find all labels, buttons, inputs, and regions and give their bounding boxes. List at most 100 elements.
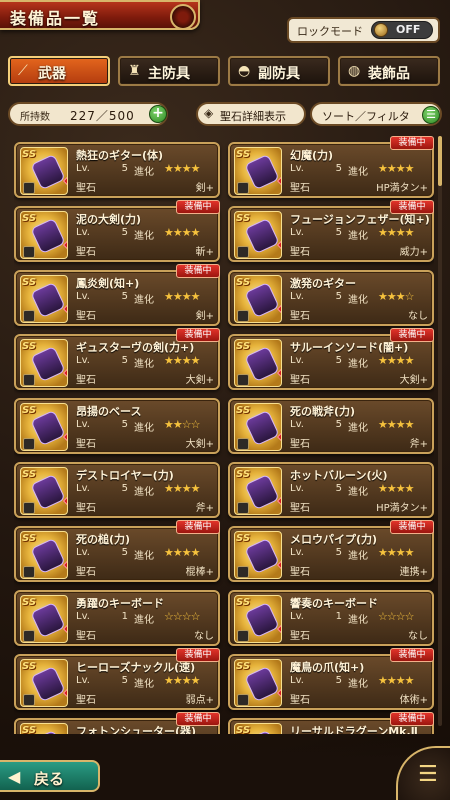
equipment-card[interactable]: SS デストロイヤー(力) Lv. 5 進化 ★★★★ 聖石 斧+ <box>14 462 220 518</box>
rank-badge-icon: SS <box>236 213 251 224</box>
stone-row: 聖石 HP満タン+ <box>290 179 432 194</box>
level-row: Lv. 5 進化 ★★★★ <box>290 418 432 434</box>
equipment-card[interactable]: SS 勇躍のキーボード Lv. 1 進化 ☆☆☆☆ 聖石 なし <box>14 590 220 646</box>
rank-badge-icon: SS <box>22 469 37 480</box>
evolution-label: 進化 <box>134 551 154 562</box>
level-label: Lv. <box>290 227 304 238</box>
stone-row: 聖石 剣+ <box>76 307 218 322</box>
evolution-label: 進化 <box>134 423 154 434</box>
scroll-thumb[interactable] <box>438 136 442 186</box>
rank-badge-icon: SS <box>22 213 37 224</box>
equipment-card[interactable]: SS 死の戦斧(力) Lv. 5 進化 ★★★★ 聖石 斧+ <box>228 398 434 454</box>
evolution-stars: ★★★★ <box>164 354 200 367</box>
lock-mode-toggle[interactable]: OFF <box>371 21 433 39</box>
stone-label: 聖石 <box>290 439 310 450</box>
equipment-card[interactable]: SS 鳳炎剣(知+) Lv. 5 進化 ★★★★ 聖石 剣+ 装備中 <box>14 264 220 326</box>
equipment-card[interactable]: SS 死の槌(力) Lv. 5 進化 ★★★★ 聖石 棍棒+ 装備中 <box>14 520 220 582</box>
equipment-card[interactable]: SS メロウパイプ(力) Lv. 5 進化 ★★★★ 聖石 連携+ 装備中 <box>228 520 434 582</box>
tab-accessory-label: 装飾品 <box>368 66 410 82</box>
stone-label: 聖石 <box>76 567 96 578</box>
level-value: 5 <box>335 227 342 238</box>
evolution-stars: ★★★★ <box>164 290 200 303</box>
sort-filter-label: ソート／フィルタ <box>322 110 410 123</box>
equipment-name: デストロイヤー(力) <box>76 469 174 482</box>
evolution-label: 進化 <box>134 615 154 626</box>
rank-badge-icon: SS <box>22 405 37 416</box>
evolution-stars: ★★★☆ <box>378 290 414 303</box>
lock-icon <box>23 310 35 322</box>
evolution-label: 進化 <box>348 423 368 434</box>
level-row: Lv. 5 進化 ★★★★ <box>76 546 218 562</box>
level-label: Lv. <box>76 227 90 238</box>
stone-row: 聖石 弱点+ <box>76 691 218 706</box>
level-row: Lv. 5 進化 ★★★★ <box>76 290 218 306</box>
stone-label: 聖石 <box>76 631 96 642</box>
clock-ornament-icon <box>170 4 196 30</box>
rank-badge-icon: SS <box>236 341 251 352</box>
equipment-card[interactable]: SS 幻魔(力) Lv. 5 進化 ★★★★ 聖石 HP満タン+ 装備中 <box>228 136 434 198</box>
equipped-badge: 装備中 <box>390 136 434 150</box>
equipment-card[interactable]: SS サルーインソード(闇+) Lv. 5 進化 ★★★★ 聖石 大剣+ 装備中 <box>228 328 434 390</box>
weapon-thumbnail: SS <box>234 339 282 387</box>
equipped-badge: 装備中 <box>390 328 434 342</box>
weapon-thumbnail: SS <box>20 403 68 451</box>
weapon-thumbnail: SS <box>234 275 282 323</box>
level-label: Lv. <box>76 419 90 430</box>
tab-sub-armor[interactable]: ◓ 副防具 <box>228 56 330 86</box>
equipment-name: 激発のギター <box>290 277 356 290</box>
equipment-card[interactable]: SS 熱狂のギター(体) Lv. 5 進化 ★★★★ 聖石 剣+ <box>14 142 220 198</box>
scrollbar[interactable] <box>438 136 442 726</box>
evolution-stars: ★★★★ <box>164 674 200 687</box>
stone-row: 聖石 斧+ <box>290 435 432 450</box>
level-row: Lv. 5 進化 ★★★★ <box>76 162 218 178</box>
stone-label: 聖石 <box>290 311 310 322</box>
equipped-badge: 装備中 <box>176 712 220 726</box>
equipment-card[interactable]: SS フュージョンフェザー(知+) Lv. 5 進化 ★★★★ 聖石 威力+ 装… <box>228 200 434 262</box>
stone-value: 大剣+ <box>185 439 214 450</box>
rank-badge-icon: SS <box>236 405 251 416</box>
tab-main-armor-label: 主防具 <box>148 66 190 82</box>
stone-value: 大剣+ <box>399 375 428 386</box>
expand-inventory-button[interactable]: + <box>149 105 167 123</box>
lock-icon <box>237 246 249 258</box>
back-button[interactable]: ◀ 戻る <box>0 760 100 792</box>
header: 装備品一覧 ロックモード OFF <box>0 0 450 48</box>
equipment-card[interactable]: SS 激発のギター Lv. 5 進化 ★★★☆ 聖石 なし <box>228 270 434 326</box>
tab-weapon[interactable]: ⟋ 武器 <box>8 56 110 86</box>
level-row: Lv. 5 進化 ★★★☆ <box>290 290 432 306</box>
equipment-name: メロウパイプ(力) <box>290 533 378 546</box>
menu-button[interactable]: ☰ <box>396 746 450 800</box>
equipment-card[interactable]: SS リーサルドラグーンMk.Ⅱ Lv. 進化 聖石 装備中 <box>228 712 434 734</box>
title-plate: 装備品一覧 <box>0 0 200 30</box>
stone-row: 聖石 連携+ <box>290 563 432 578</box>
stone-detail-button[interactable]: ◈ 聖石詳細表示 <box>196 102 306 126</box>
tab-main-armor[interactable]: ♜ 主防具 <box>118 56 220 86</box>
equipment-card[interactable]: SS フォトンシューター(器) Lv. 進化 聖石 装備中 <box>14 712 220 734</box>
equipped-badge: 装備中 <box>176 264 220 278</box>
equipment-card[interactable]: SS ギュスターヴの剣(力+) Lv. 5 進化 ★★★★ 聖石 大剣+ 装備中 <box>14 328 220 390</box>
equipment-card[interactable]: SS 響奏のキーボード Lv. 1 進化 ☆☆☆☆ 聖石 なし <box>228 590 434 646</box>
equipment-card[interactable]: SS 昂揚のベース Lv. 5 進化 ★★☆☆ 聖石 大剣+ <box>14 398 220 454</box>
lock-mode-label: ロックモード <box>297 25 363 38</box>
back-label: 戻る <box>34 770 65 788</box>
stone-value: なし <box>194 631 214 642</box>
weapon-thumbnail: SS <box>234 531 282 579</box>
level-row: Lv. 5 進化 ★★★★ <box>76 482 218 498</box>
lock-icon <box>23 566 35 578</box>
evolution-stars: ☆☆☆☆ <box>378 610 414 623</box>
evolution-stars: ★★★★ <box>378 546 414 559</box>
equipped-badge: 装備中 <box>390 200 434 214</box>
equipment-card[interactable]: SS ホットバルーン(火) Lv. 5 進化 ★★★★ 聖石 HP満タン+ <box>228 462 434 518</box>
equipment-card[interactable]: SS 泥の大剣(力) Lv. 5 進化 ★★★★ 聖石 斬+ 装備中 <box>14 200 220 262</box>
rank-badge-icon: SS <box>236 597 251 608</box>
equipment-card[interactable]: SS ヒーローズナックル(速) Lv. 5 進化 ★★★★ 聖石 弱点+ 装備中 <box>14 648 220 710</box>
evolution-label: 進化 <box>348 615 368 626</box>
stone-row: 聖石 威力+ <box>290 243 432 258</box>
stone-row: 聖石 大剣+ <box>76 371 218 386</box>
tab-weapon-label: 武器 <box>38 66 66 82</box>
tab-accessory[interactable]: ◍ 装飾品 <box>338 56 440 86</box>
stone-label: 聖石 <box>76 183 96 194</box>
sort-filter-button[interactable]: ソート／フィルタ ☰ <box>310 102 442 126</box>
level-label: Lv. <box>290 291 304 302</box>
equipment-card[interactable]: SS 魔鳥の爪(知+) Lv. 5 進化 ★★★★ 聖石 体術+ 装備中 <box>228 648 434 710</box>
